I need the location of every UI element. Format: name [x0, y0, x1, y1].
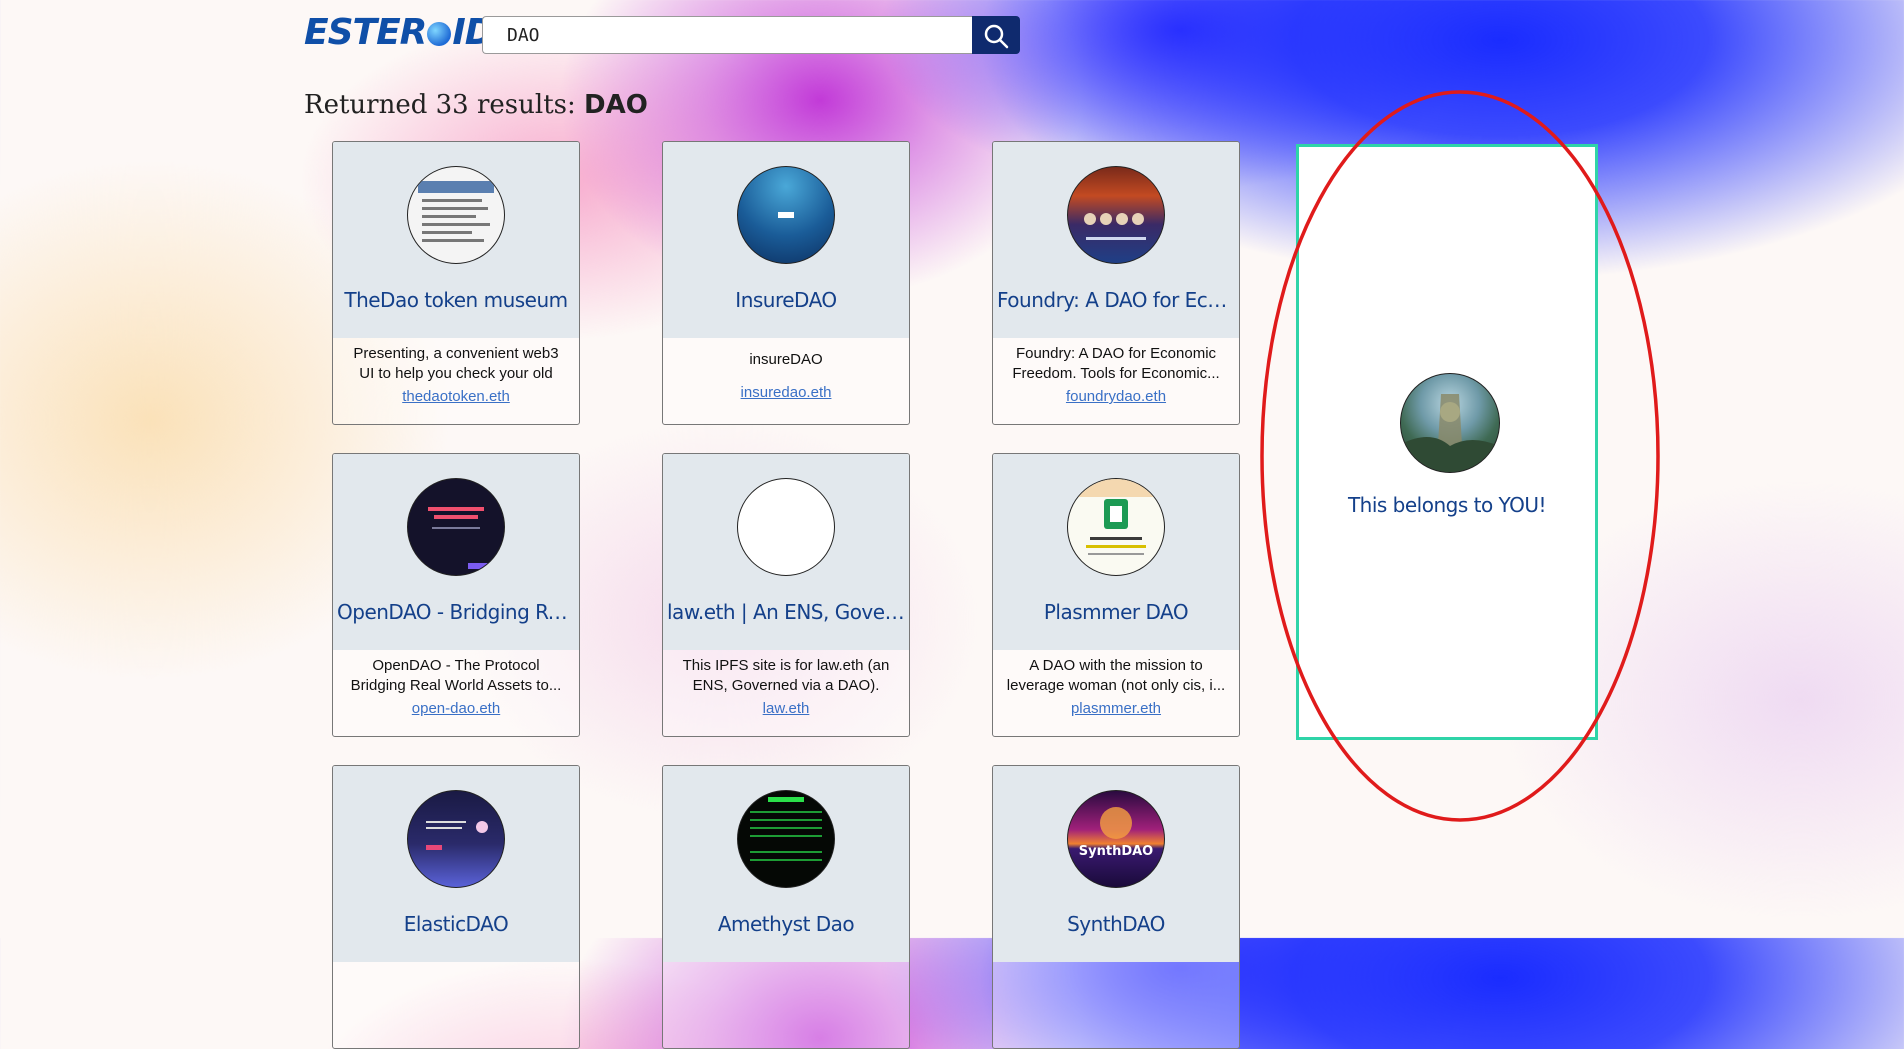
- site-thumbnail[interactable]: [407, 790, 505, 888]
- card-link[interactable]: open-dao.eth: [333, 700, 579, 717]
- card-title[interactable]: SynthDAO: [997, 912, 1235, 936]
- card-title[interactable]: InsureDAO: [667, 288, 905, 312]
- card-title[interactable]: law.eth | An ENS, Governed via ...: [667, 600, 905, 624]
- card-link[interactable]: thedaotoken.eth: [333, 388, 579, 405]
- results-query: DAO: [584, 90, 648, 120]
- site-thumbnail[interactable]: [737, 478, 835, 576]
- result-card[interactable]: InsureDAO insureDAO insuredao.eth: [662, 141, 910, 425]
- promo-title[interactable]: This belongs to YOU!: [1299, 493, 1595, 517]
- card-link[interactable]: law.eth: [663, 700, 909, 717]
- search-bar: [482, 16, 1020, 54]
- card-link[interactable]: plasmmer.eth: [993, 700, 1239, 717]
- result-card[interactable]: Foundry: A DAO for Economic... Foundry: …: [992, 141, 1240, 425]
- card-link[interactable]: insuredao.eth: [663, 384, 909, 401]
- results-count-text: Returned 33 results:: [304, 90, 585, 120]
- site-thumbnail[interactable]: [1067, 166, 1165, 264]
- result-card[interactable]: Plasmmer DAO A DAO with the mission to l…: [992, 453, 1240, 737]
- search-button[interactable]: [972, 16, 1020, 54]
- card-title[interactable]: Plasmmer DAO: [997, 600, 1235, 624]
- result-card[interactable]: law.eth | An ENS, Governed via ... This …: [662, 453, 910, 737]
- result-card[interactable]: Amethyst Dao: [662, 765, 910, 1049]
- search-input[interactable]: [482, 16, 972, 54]
- card-title[interactable]: ElasticDAO: [337, 912, 575, 936]
- site-thumbnail[interactable]: [1067, 478, 1165, 576]
- card-description: A DAO with the mission to leverage woman…: [1006, 657, 1226, 694]
- card-description: Presenting, a convenient web3 UI to help…: [353, 345, 559, 382]
- site-thumbnail[interactable]: [737, 166, 835, 264]
- result-card[interactable]: TheDao token museum Presenting, a conven…: [332, 141, 580, 425]
- card-title[interactable]: TheDao token museum: [337, 288, 575, 312]
- search-icon: [984, 24, 1009, 49]
- card-description: insureDAO: [749, 351, 823, 368]
- result-card[interactable]: OpenDAO - Bridging Real Worl... OpenDAO …: [332, 453, 580, 737]
- card-title[interactable]: OpenDAO - Bridging Real Worl...: [337, 600, 575, 624]
- planet-logo-icon: [427, 22, 452, 46]
- card-description: This IPFS site is for law.eth (an ENS, G…: [682, 657, 890, 694]
- results-heading: Returned 33 results: DAO: [304, 90, 648, 120]
- ad-slot-card[interactable]: This belongs to YOU!: [1296, 144, 1598, 740]
- site-thumbnail[interactable]: SynthDAO: [1067, 790, 1165, 888]
- site-thumbnail[interactable]: [407, 166, 505, 264]
- result-card[interactable]: SynthDAO SynthDAO: [992, 765, 1240, 1049]
- site-thumbnail[interactable]: [407, 478, 505, 576]
- card-title[interactable]: Foundry: A DAO for Economic...: [997, 288, 1235, 312]
- result-card[interactable]: ElasticDAO: [332, 765, 580, 1049]
- promo-avatar: [1400, 373, 1500, 473]
- card-description: OpenDAO - The Protocol Bridging Real Wor…: [350, 657, 562, 694]
- site-thumbnail[interactable]: [737, 790, 835, 888]
- svg-text:SynthDAO: SynthDAO: [1079, 844, 1153, 859]
- card-title[interactable]: Amethyst Dao: [667, 912, 905, 936]
- card-description: Foundry: A DAO for Economic Freedom. Too…: [1012, 345, 1220, 382]
- card-link[interactable]: foundrydao.eth: [993, 388, 1239, 405]
